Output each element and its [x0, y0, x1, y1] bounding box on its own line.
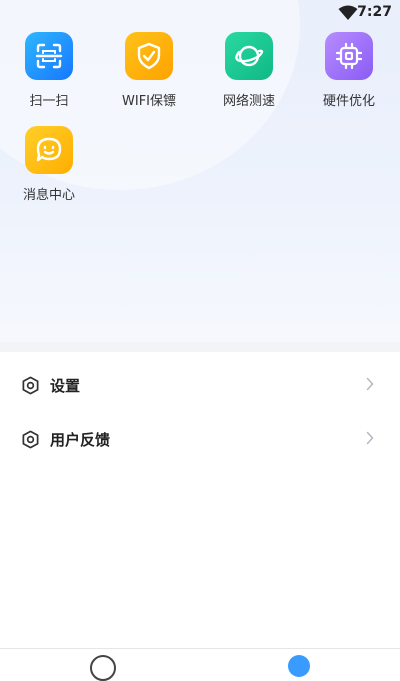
wifi-icon: [338, 5, 358, 20]
menu-item-feedback[interactable]: 用户反馈: [0, 412, 400, 466]
hexagon-icon: [22, 376, 39, 394]
tool-wifi-guard[interactable]: WIFI保镖: [104, 32, 194, 109]
tool-label: 硬件优化: [322, 94, 375, 109]
shield-check-icon: [125, 32, 173, 80]
menu-item-settings[interactable]: 设置: [0, 358, 400, 412]
planet-icon: [225, 32, 273, 80]
tool-label: 网络测速: [222, 94, 275, 109]
scan-icon: [25, 32, 73, 80]
tool-label: WIFI保镖: [122, 94, 176, 109]
tool-scan[interactable]: 扫一扫: [4, 32, 94, 109]
tool-label: 消息中心: [22, 188, 75, 203]
nav-tab-icon-active[interactable]: [288, 655, 310, 677]
nav-tab-icon[interactable]: [90, 655, 116, 681]
chat-smile-icon: [25, 126, 73, 174]
chevron-right-icon: [366, 377, 374, 391]
status-bar: 7:27: [0, 0, 400, 26]
hexagon-icon: [22, 430, 39, 448]
tools-panel: 7:27 扫一扫 WIFI保镖 网络测速 硬件优化 消息中心: [0, 0, 400, 342]
status-time: 7:27: [357, 4, 392, 20]
menu-item-label: 设置: [50, 376, 81, 395]
tool-label: 扫一扫: [29, 94, 69, 109]
tool-hardware[interactable]: 硬件优化: [304, 32, 394, 109]
tool-speed-test[interactable]: 网络测速: [204, 32, 294, 109]
chip-icon: [325, 32, 373, 80]
tool-message-center[interactable]: 消息中心: [4, 126, 94, 203]
section-divider: [0, 342, 400, 352]
menu-item-label: 用户反馈: [50, 430, 111, 449]
chevron-right-icon: [366, 431, 374, 445]
bottom-nav-bar: [0, 648, 400, 681]
